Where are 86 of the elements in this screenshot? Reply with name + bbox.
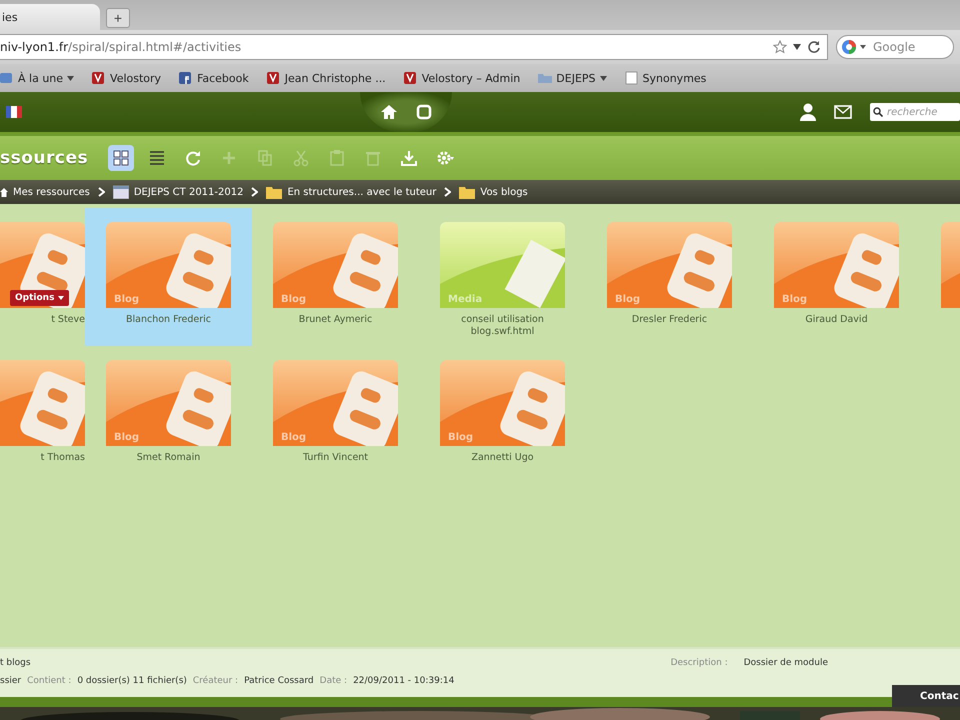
file-name: conseil utilisation blog.swf.html: [460, 314, 545, 338]
bookmark-link[interactable]: À la une: [0, 71, 74, 85]
thumbnail-label: Blog: [114, 432, 140, 443]
trash-icon: [364, 149, 382, 167]
home-icon[interactable]: [380, 104, 398, 120]
star-icon[interactable]: [773, 40, 787, 54]
file-name: Smet Romain: [136, 452, 202, 464]
new-tab-button[interactable]: +: [106, 8, 130, 28]
flag-icon[interactable]: [6, 106, 22, 118]
list-view-icon: [148, 149, 166, 167]
site-icon: [179, 71, 194, 85]
scissors-icon: [292, 149, 310, 167]
site-icon: [266, 71, 281, 85]
chevron-icon: [98, 187, 105, 197]
bookmark-link[interactable]: Synonymes: [624, 71, 706, 85]
field-label: Contient :: [27, 676, 72, 686]
settings-icon: [436, 149, 454, 167]
bookmark-link[interactable]: Jean Christophe ...: [266, 71, 386, 85]
url-text: niv-lyon1.fr/spiral/spiral.html#/activities: [0, 40, 242, 54]
breadcrumb-link[interactable]: Vos blogs: [459, 185, 528, 199]
caret-icon: [58, 296, 64, 300]
file-name: Giraud David: [804, 314, 869, 326]
file-name: Blanchon Frederic: [124, 314, 212, 326]
caret-icon: [67, 76, 74, 80]
folder-icon: [459, 185, 476, 199]
download-icon: [400, 149, 418, 167]
bookmark-link[interactable]: Velostory: [92, 71, 162, 85]
thumbnail-label: Blog: [448, 432, 474, 443]
site-icon: [92, 71, 106, 85]
thumbnail-label: Blog: [615, 294, 640, 305]
field-label: Description :: [670, 658, 728, 668]
grid-view-icon: [112, 149, 130, 167]
folder-icon: [266, 185, 282, 199]
file-name: Brunet Aymeric: [298, 314, 374, 326]
file-name: Zannetti Ugo: [470, 452, 535, 464]
bookmark-link[interactable]: Velostory – Admin: [404, 71, 520, 85]
field-value: ssier: [0, 676, 22, 686]
bookmark-link[interactable]: Facebook: [179, 71, 249, 85]
field-value: Dossier de module: [744, 658, 828, 668]
square-icon[interactable]: [416, 104, 432, 120]
field-value: 22/09/2011 - 10:39:14: [353, 676, 454, 686]
search-input[interactable]: recherche: [885, 106, 959, 118]
calendar-icon: [112, 185, 129, 199]
chevron-icon: [251, 187, 258, 197]
file-name: t Thomas: [40, 452, 85, 464]
breadcrumb-link[interactable]: DEJEPS CT 2011-2012: [112, 185, 244, 199]
search-field[interactable]: Google: [836, 35, 954, 59]
thumbnail-label: Blog: [281, 432, 306, 443]
folder-icon: [538, 71, 552, 85]
contact-tab[interactable]: Contac: [892, 685, 960, 707]
breadcrumb-link[interactable]: Mes ressources: [0, 186, 90, 198]
thumbnail-label: Blog: [114, 294, 140, 305]
field-value: 0 dossier(s) 11 fichier(s): [77, 676, 187, 686]
search-field[interactable]: recherche: [870, 103, 960, 121]
url-field[interactable]: niv-lyon1.fr/spiral/spiral.html#/activities: [0, 34, 828, 60]
field-label: Date :: [320, 676, 348, 686]
thumbnail-label: Blog: [782, 294, 808, 305]
user-icon[interactable]: [800, 103, 816, 121]
page-title: ssources: [0, 148, 88, 168]
field-value: Patrice Cossard: [244, 676, 314, 686]
browser-tab[interactable]: ies: [0, 4, 100, 30]
thumbnail-label: Blog: [281, 294, 306, 305]
caret-icon: [600, 76, 607, 80]
caret-icon[interactable]: [793, 44, 801, 50]
chevron-icon: [444, 187, 452, 197]
site-icon: [404, 71, 418, 85]
search-engine-icon: [841, 39, 867, 55]
toolbar-button[interactable]: [108, 145, 134, 171]
mail-icon[interactable]: [834, 105, 852, 119]
page-icon: [624, 71, 639, 85]
selection-highlight[interactable]: Blog Blanchon Frederic: [85, 208, 252, 346]
thumbnail-label: Media: [448, 294, 482, 305]
file-name: t Steve: [51, 314, 85, 326]
folder-name: t blogs: [0, 658, 31, 668]
field-label: Créateur :: [192, 676, 238, 686]
search-input[interactable]: Google: [871, 39, 945, 55]
breadcrumb-link[interactable]: En structures... avec le tuteur: [266, 185, 436, 199]
copy-icon: [256, 149, 274, 167]
options-button[interactable]: Options: [10, 290, 70, 306]
clipboard-icon: [328, 149, 346, 167]
file-name: Dresler Frederic: [630, 314, 708, 326]
bookmark-link[interactable]: DEJEPS: [538, 71, 607, 85]
file-name: Turfin Vincent: [302, 452, 370, 464]
refresh-icon: [184, 149, 202, 167]
reload-icon[interactable]: [807, 40, 821, 54]
search-icon: [873, 107, 883, 117]
